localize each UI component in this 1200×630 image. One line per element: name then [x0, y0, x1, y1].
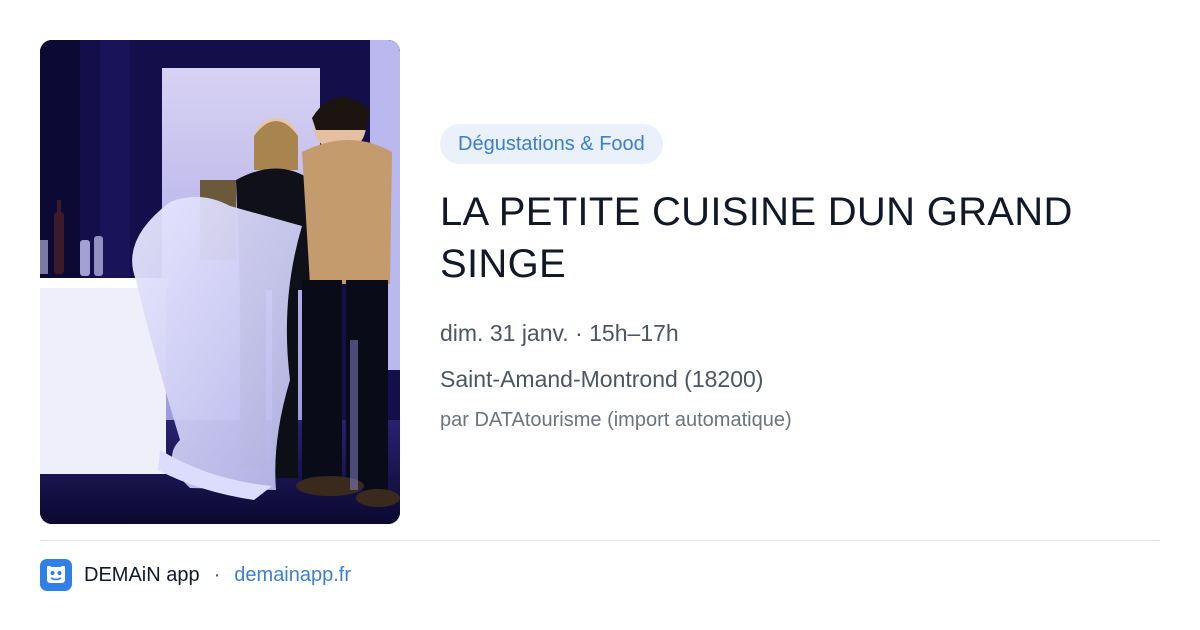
event-source: par DATAtourisme (import automatique) — [440, 409, 792, 431]
event-photo — [40, 40, 400, 524]
category-badge[interactable]: Dégustations & Food — [440, 124, 663, 164]
footer-separator: · — [213, 563, 221, 586]
event-title[interactable]: LA PETITE CUISINE DUN GRAND SINGE — [440, 186, 1140, 290]
footer-divider — [40, 540, 1160, 541]
site-link[interactable]: demainapp.fr — [234, 564, 351, 587]
app-name: DEMAiN app — [84, 563, 200, 586]
event-location: Saint-Amand-Montrond (18200) — [440, 366, 764, 392]
event-card[interactable]: Dégustations & Food LA PETITE CUISINE DU… — [0, 0, 1200, 630]
demain-app-icon — [40, 559, 72, 591]
stage-scene-image — [40, 40, 400, 524]
event-details: Dégustations & Food LA PETITE CUISINE DU… — [440, 124, 1160, 434]
event-date-time: dim. 31 janv. · 15h–17h — [440, 320, 679, 346]
footer: DEMAiN app · demainapp.fr — [40, 558, 351, 592]
